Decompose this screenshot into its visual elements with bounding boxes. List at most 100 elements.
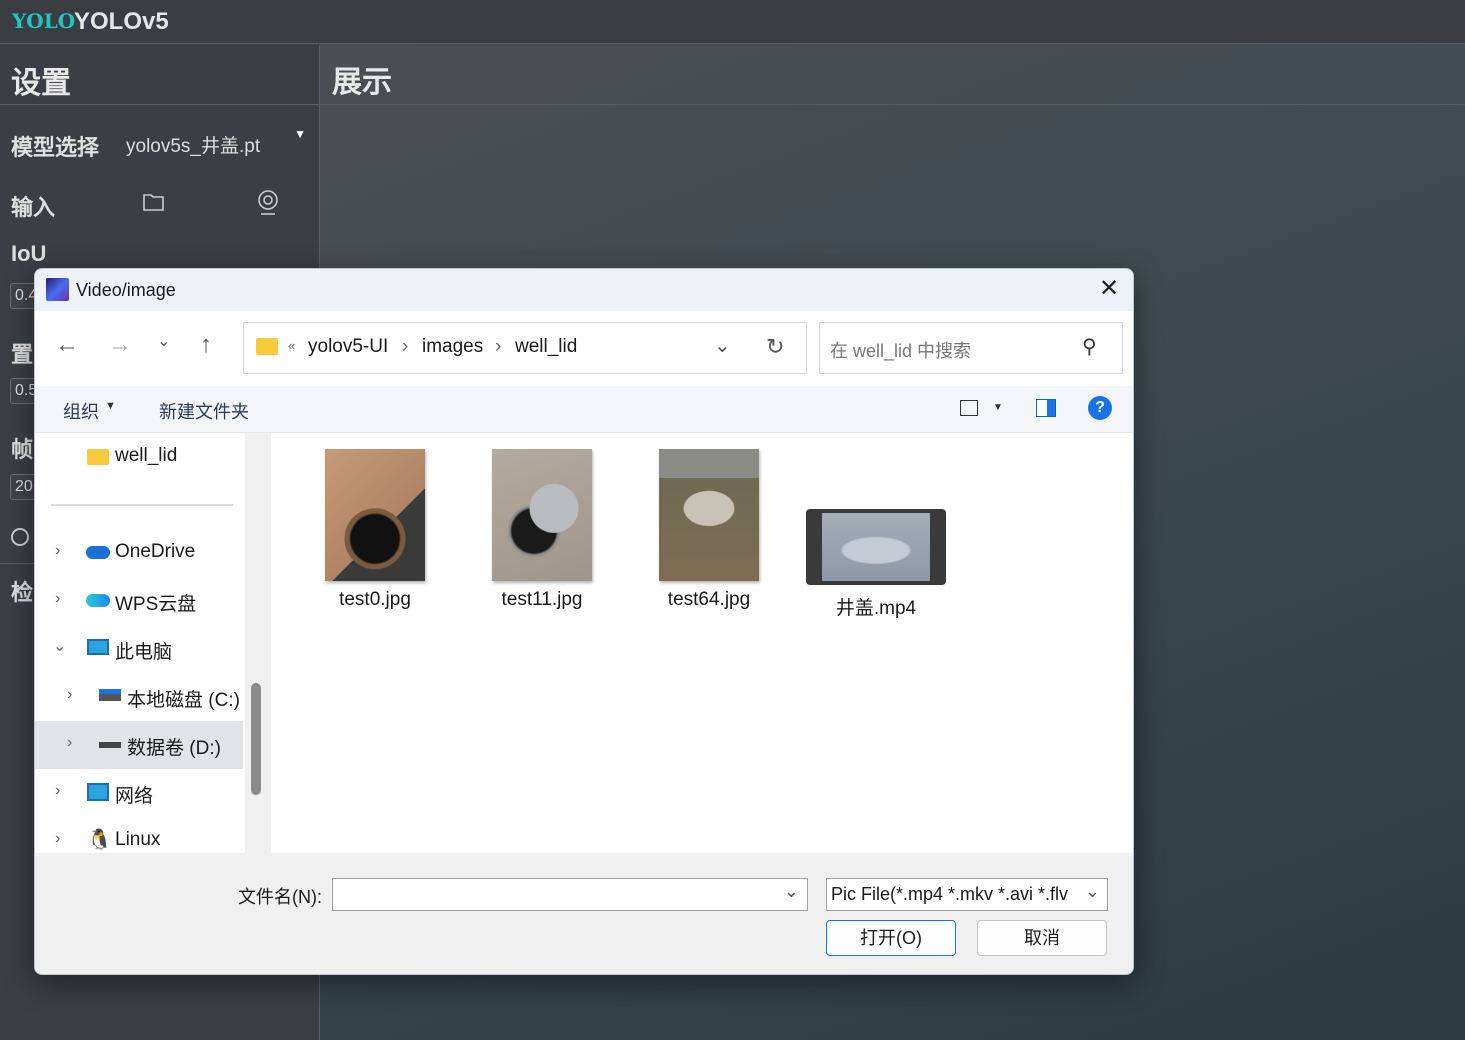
file-item[interactable]: test64.jpg bbox=[639, 449, 779, 611]
chevron-down-icon: ▼ bbox=[294, 127, 306, 141]
address-bar[interactable]: « yolov5-UI › images › well_lid ⌄ ↻ bbox=[243, 322, 807, 374]
nav-item-drive-c[interactable]: › 本地磁盘 (C:) bbox=[35, 673, 243, 721]
view-icon[interactable] bbox=[960, 400, 978, 416]
dialog-toolbar: 组织 ▼ 新建文件夹 ▼ ? bbox=[35, 386, 1133, 433]
model-value: yolov5s_井盖.pt bbox=[126, 136, 261, 157]
chevron-right-icon[interactable]: › bbox=[67, 734, 72, 752]
app-title: YOLOv5 bbox=[74, 8, 169, 35]
chevron-right-icon: › bbox=[495, 336, 502, 357]
breadcrumb-item[interactable]: yolov5-UI bbox=[308, 336, 388, 358]
overflow-chevron[interactable]: « bbox=[288, 338, 295, 353]
file-type-value: Pic File(*.mp4 *.mkv *.avi *.flv bbox=[831, 884, 1069, 904]
nav-label: WPS云盘 bbox=[115, 594, 197, 615]
file-item[interactable]: test11.jpg bbox=[472, 449, 612, 611]
settings-title: 设置 bbox=[11, 67, 71, 100]
nav-item-network[interactable]: › 网络 bbox=[35, 769, 243, 817]
nav-item-well-lid[interactable]: well_lid bbox=[35, 433, 243, 481]
chevron-right-icon[interactable]: › bbox=[67, 686, 72, 704]
open-button[interactable]: 打开(O) bbox=[826, 920, 956, 956]
file-item[interactable]: test0.jpg bbox=[305, 449, 445, 611]
recent-chevron-icon[interactable]: ⌄ bbox=[157, 331, 170, 351]
filename-label: 文件名(N): bbox=[238, 887, 322, 907]
nav-item-onedrive[interactable]: › OneDrive bbox=[35, 529, 243, 577]
file-type-select[interactable]: Pic File(*.mp4 *.mkv *.avi *.flv ⌄ bbox=[826, 878, 1108, 911]
divider bbox=[51, 504, 233, 506]
file-item[interactable]: 井盖.mp4 bbox=[806, 449, 946, 620]
breadcrumb-item[interactable]: images bbox=[422, 336, 483, 358]
chevron-right-icon[interactable]: › bbox=[55, 830, 60, 848]
help-icon[interactable]: ? bbox=[1088, 396, 1112, 420]
navigation-row: ← → ⌄ ↑ « yolov5-UI › images › well_lid … bbox=[35, 311, 1133, 386]
nav-label: 本地磁盘 (C:) bbox=[127, 690, 240, 711]
folder-open-icon[interactable] bbox=[142, 191, 166, 213]
nav-label: 数据卷 (D:) bbox=[127, 738, 221, 759]
caret-down-icon: ▼ bbox=[105, 400, 116, 412]
cloud-icon bbox=[86, 546, 110, 559]
folder-icon bbox=[87, 449, 109, 465]
filename-input[interactable]: ⌄ bbox=[332, 878, 808, 911]
display-header: 展示 bbox=[320, 45, 1465, 105]
linux-icon: 🐧 bbox=[87, 829, 112, 851]
nav-label: 此电脑 bbox=[115, 642, 173, 663]
up-icon[interactable]: ↑ bbox=[200, 331, 212, 359]
nav-label: well_lid bbox=[115, 445, 178, 466]
close-icon[interactable]: ✕ bbox=[1099, 274, 1119, 303]
caret-down-icon[interactable]: ▼ bbox=[993, 402, 1003, 413]
navigation-pane: well_lid › OneDrive › WPS云盘 ⌄ 此电脑 › 本地磁盘… bbox=[35, 433, 245, 853]
nav-item-this-pc[interactable]: ⌄ 此电脑 bbox=[35, 625, 243, 673]
webcam-icon[interactable] bbox=[256, 188, 280, 216]
cloud-icon bbox=[86, 594, 110, 607]
radio-button[interactable] bbox=[11, 528, 29, 546]
drive-icon bbox=[99, 689, 121, 701]
scrollbar-thumb[interactable] bbox=[251, 683, 261, 795]
forward-icon[interactable]: → bbox=[108, 331, 132, 359]
display-title: 展示 bbox=[332, 66, 392, 99]
dialog-footer: 文件名(N): ⌄ Pic File(*.mp4 *.mkv *.avi *.f… bbox=[35, 853, 1133, 974]
input-label: 输入 bbox=[11, 195, 56, 220]
nav-label: Linux bbox=[115, 829, 161, 850]
cancel-button[interactable]: 取消 bbox=[977, 920, 1107, 956]
file-list: test0.jpg test11.jpg test64.jpg 井盖.mp4 bbox=[271, 433, 1133, 853]
file-name: test64.jpg bbox=[667, 589, 751, 610]
preview-pane-icon[interactable] bbox=[1036, 399, 1056, 417]
yolo-logo: YOLO bbox=[12, 9, 76, 33]
model-select[interactable]: yolov5s_井盖.pt ▼ bbox=[120, 125, 310, 159]
chevron-down-icon[interactable]: ⌄ bbox=[714, 333, 731, 358]
detect-label: 检 bbox=[11, 580, 34, 605]
new-folder-button[interactable]: 新建文件夹 bbox=[159, 398, 249, 424]
nav-label: OneDrive bbox=[115, 541, 196, 562]
conf-label: 置 bbox=[11, 342, 34, 367]
nav-scrollbar[interactable] bbox=[245, 433, 271, 853]
video-thumbnail bbox=[806, 509, 946, 585]
chevron-down-icon[interactable]: ⌄ bbox=[53, 636, 66, 656]
chevron-down-icon[interactable]: ⌄ bbox=[784, 881, 799, 902]
chevron-right-icon[interactable]: › bbox=[55, 542, 60, 560]
image-thumbnail bbox=[325, 449, 425, 581]
chevron-right-icon: › bbox=[402, 336, 409, 357]
search-input[interactable]: 在 well_lid 中搜索 ⚲ bbox=[819, 322, 1123, 374]
search-icon[interactable]: ⚲ bbox=[1082, 334, 1097, 359]
model-label: 模型选择 bbox=[11, 135, 100, 160]
image-thumbnail bbox=[492, 449, 592, 581]
nav-item-drive-d[interactable]: › 数据卷 (D:) bbox=[35, 721, 243, 769]
back-icon[interactable]: ← bbox=[55, 331, 79, 359]
computer-icon bbox=[87, 639, 109, 655]
organize-button[interactable]: 组织 bbox=[63, 398, 99, 424]
chevron-right-icon[interactable]: › bbox=[55, 782, 60, 800]
divider bbox=[0, 104, 320, 105]
refresh-icon[interactable]: ↻ bbox=[766, 334, 784, 360]
drive-icon bbox=[99, 742, 121, 748]
dialog-titlebar: Video/image ✕ bbox=[35, 269, 1133, 311]
app-titlebar: YOLO YOLOv5 bbox=[0, 0, 1465, 44]
breadcrumb-item[interactable]: well_lid bbox=[515, 336, 577, 358]
iou-label: IoU bbox=[11, 241, 47, 266]
search-placeholder: 在 well_lid 中搜索 bbox=[830, 341, 972, 361]
file-dialog: Video/image ✕ ← → ⌄ ↑ « yolov5-UI › imag… bbox=[34, 268, 1134, 975]
file-name: test11.jpg bbox=[501, 589, 583, 610]
app-icon bbox=[46, 278, 69, 301]
nav-item-wps[interactable]: › WPS云盘 bbox=[35, 577, 243, 625]
nav-label: 网络 bbox=[115, 786, 154, 807]
chevron-right-icon[interactable]: › bbox=[55, 590, 60, 608]
file-name: 井盖.mp4 bbox=[835, 598, 917, 619]
file-name: test0.jpg bbox=[339, 589, 411, 610]
